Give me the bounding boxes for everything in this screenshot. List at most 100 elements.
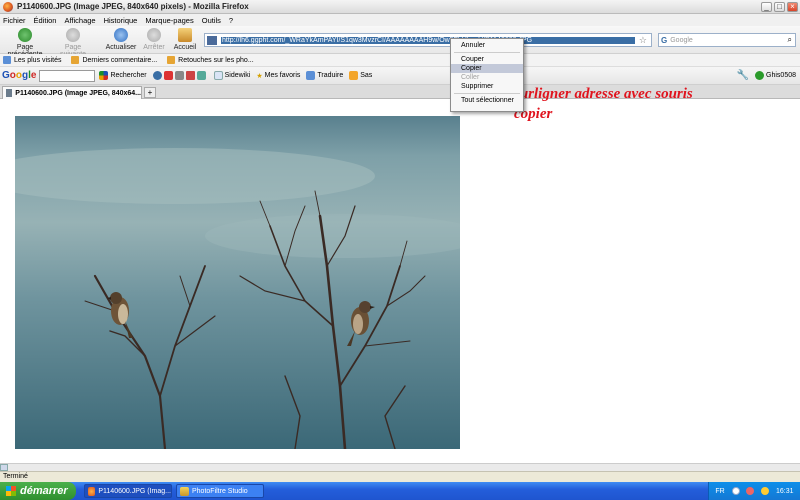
scroll-left-arrow-icon[interactable]	[0, 464, 8, 471]
popup-blocker-icon	[163, 71, 173, 80]
system-tray: FR 16:31	[708, 482, 800, 500]
menu-bar: Fichier Édition Affichage Historique Mar…	[0, 14, 800, 26]
ctx-coller[interactable]: Coller	[451, 73, 523, 82]
bookmark-label: Les plus visités	[14, 56, 62, 64]
bookmark-label: Retouches sur les pho...	[178, 56, 254, 64]
online-status-icon	[755, 71, 765, 80]
rss-feed-icon	[167, 56, 176, 64]
share-icon	[349, 71, 359, 80]
context-menu: Annuler Couper Copier Coller Supprimer T…	[450, 38, 524, 112]
clock[interactable]: 16:31	[776, 488, 794, 495]
bookmark-folder-icon	[3, 56, 11, 64]
home-button[interactable]: Accueil	[172, 28, 198, 51]
sidewiki-button[interactable]: Sidewiki	[213, 71, 250, 80]
tray-volume-icon[interactable]	[761, 487, 770, 495]
toolbar-extras[interactable]	[152, 71, 208, 80]
stop-icon	[147, 28, 161, 42]
search-input[interactable]: Google	[670, 37, 787, 44]
firefox-icon	[3, 1, 13, 12]
tab-active[interactable]: P1140600.JPG (Image JPEG, 840x64...	[2, 86, 142, 99]
windows-taskbar: démarrer P1140600.JPG (Imag... PhotoFilt…	[0, 482, 800, 500]
share-button[interactable]: Sas	[349, 71, 372, 80]
reload-icon	[114, 28, 128, 42]
stop-button[interactable]: Arrêter	[140, 28, 168, 51]
annotation-line-2: copier	[514, 106, 553, 122]
gmail-icon	[185, 71, 195, 80]
photo-image	[15, 116, 460, 449]
google-toolbar-search-input[interactable]	[39, 69, 96, 82]
address-url[interactable]: http://lh6.ggpht.com/_WRaYkAmPAYI/S1qw3M…	[221, 36, 635, 44]
ctx-separator	[454, 93, 520, 94]
menu-affichage[interactable]: Affichage	[64, 16, 95, 25]
ctx-separator	[454, 52, 520, 53]
photofiltre-icon	[180, 486, 189, 496]
back-arrow-icon	[18, 28, 32, 42]
translate-icon	[306, 71, 316, 80]
tab-label: P1140600.JPG (Image JPEG, 840x64...	[15, 89, 141, 97]
reload-label: Actualiser	[105, 44, 137, 51]
search-icon[interactable]: ⌕	[788, 35, 792, 45]
ctx-annuler[interactable]: Annuler	[451, 41, 523, 50]
search-box[interactable]: G Google ⌕	[658, 33, 796, 47]
photo-image	[15, 116, 460, 449]
firefox-icon	[88, 486, 96, 496]
google-logo[interactable]: Google	[2, 70, 36, 81]
bookmark-most-visited[interactable]: Les plus visités	[3, 56, 61, 64]
forward-arrow-icon	[66, 28, 80, 42]
annotation-text: surligner adresse avec souris copier	[514, 84, 794, 124]
ctx-copier[interactable]: Copier	[451, 64, 523, 73]
site-identity-icon	[207, 35, 217, 45]
star-bookmark-icon[interactable]: ☆	[639, 35, 647, 46]
menu-help[interactable]: ?	[229, 16, 233, 25]
menu-outils[interactable]: Outils	[202, 16, 221, 25]
minimize-button[interactable]: _	[761, 1, 772, 12]
language-indicator[interactable]: FR	[715, 488, 724, 495]
bookmarks-toolbar: Les plus visités Derniers commentaire...…	[0, 54, 800, 67]
menu-historique[interactable]: Historique	[104, 16, 138, 25]
reload-button[interactable]: Actualiser	[104, 28, 138, 51]
menu-edition[interactable]: Édition	[34, 16, 57, 25]
bookmark-label: Derniers commentaire...	[82, 56, 158, 64]
status-bar: Terminé	[0, 471, 800, 482]
favorites-button[interactable]: ★ Mes favoris	[256, 72, 300, 80]
maximize-button[interactable]: □	[774, 1, 785, 12]
page-rank-icon	[174, 71, 184, 80]
start-button[interactable]: démarrer	[0, 482, 76, 500]
ctx-supprimer[interactable]: Supprimer	[451, 82, 523, 91]
translate-button[interactable]: Traduire	[306, 71, 343, 80]
windows-logo-icon	[6, 486, 16, 496]
tray-expand-icon[interactable]	[731, 487, 740, 495]
taskbar-item-photofiltre[interactable]: PhotoFiltre Studio	[176, 484, 264, 498]
image-tab-icon	[6, 89, 13, 97]
address-bar[interactable]: http://lh6.ggpht.com/_WRaYkAmPAYI/S1qw3M…	[204, 33, 652, 47]
menu-fichier[interactable]: Fichier	[3, 16, 26, 25]
bookmark-photo-retouches[interactable]: Retouches sur les pho...	[167, 56, 254, 64]
google-search-button[interactable]: Rechercher	[99, 71, 147, 80]
taskbar-item-firefox[interactable]: P1140600.JPG (Imag...	[84, 484, 172, 498]
google-search-engine-icon[interactable]: G	[661, 36, 667, 45]
horizontal-scrollbar[interactable]	[0, 463, 800, 471]
google-icon	[99, 71, 109, 80]
ctx-couper[interactable]: Couper	[451, 55, 523, 64]
new-tab-button[interactable]: +	[144, 87, 156, 98]
window-titlebar[interactable]: P1140600.JPG (Image JPEG, 840x640 pixels…	[0, 0, 800, 14]
sidewiki-icon	[213, 71, 223, 80]
globe-icon	[152, 71, 162, 80]
status-text: Terminé	[3, 473, 28, 480]
bookmark-recent-comments[interactable]: Derniers commentaire...	[71, 56, 157, 64]
home-icon	[178, 28, 192, 42]
home-label: Accueil	[173, 44, 197, 51]
settings-wrench-button[interactable]: 🔧	[737, 70, 749, 81]
annotation-line-1: surligner adresse avec souris	[514, 86, 693, 102]
rss-feed-icon	[71, 56, 80, 64]
tray-antivirus-icon[interactable]	[746, 487, 755, 495]
window-title: P1140600.JPG (Image JPEG, 840x640 pixels…	[17, 2, 249, 11]
menu-marque-pages[interactable]: Marque-pages	[145, 16, 193, 25]
close-button[interactable]: ×	[787, 1, 798, 12]
account-button[interactable]: Ghis0508	[755, 71, 796, 80]
calendar-icon	[196, 71, 206, 80]
star-icon: ★	[256, 72, 263, 80]
stop-label: Arrêter	[143, 44, 165, 51]
wrench-icon: 🔧	[736, 70, 750, 81]
ctx-tout-selectionner[interactable]: Tout sélectionner	[451, 96, 523, 105]
